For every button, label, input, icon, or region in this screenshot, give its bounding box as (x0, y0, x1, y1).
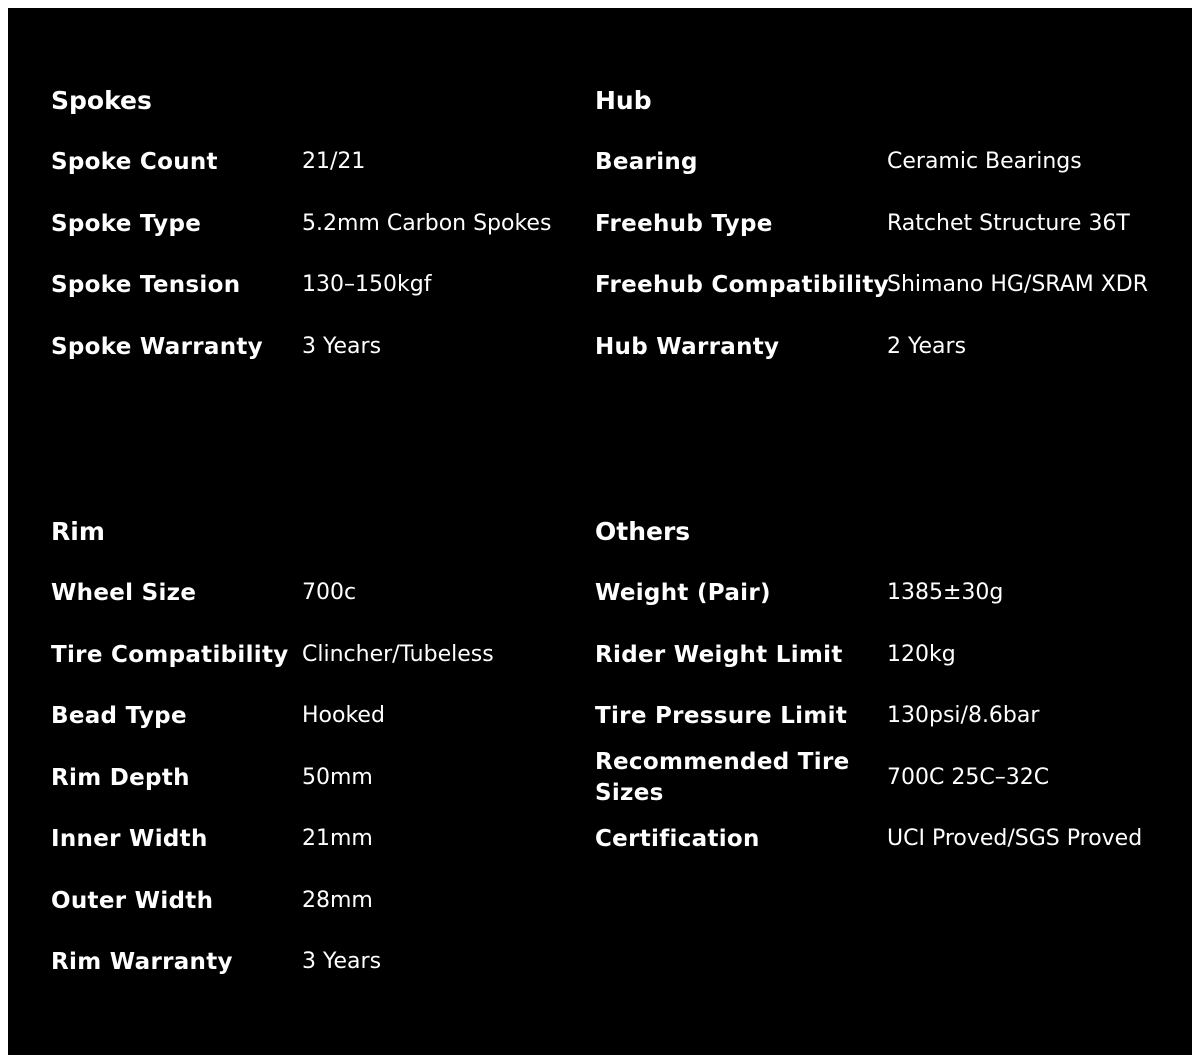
spec-label: Wheel Size (51, 579, 197, 606)
spec-value: 21/21 (302, 149, 366, 174)
section-title: Rim (51, 517, 105, 546)
spec-label: Certification (595, 825, 760, 852)
spec-label: Outer Width (51, 887, 214, 914)
spec-label: Spoke Warranty (51, 333, 263, 360)
spec-label: Bearing (595, 148, 698, 175)
spec-label: Recommended Tire Sizes (595, 749, 850, 806)
spec-row-outer-width: Outer Width 28mm (51, 881, 611, 921)
spec-value: 130psi/8.6bar (887, 703, 1040, 728)
spec-row-recommended-tire-sizes: Recommended Tire Sizes 700C 25C–32C (595, 749, 1155, 806)
spec-row-certification: Certification UCI Proved/SGS Proved (595, 819, 1155, 859)
spec-row-weight-pair: Weight (Pair) 1385±30g (595, 573, 1155, 613)
spec-label: Weight (Pair) (595, 579, 771, 606)
spec-value: Clincher/Tubeless (302, 642, 494, 667)
spec-value: 700c (302, 580, 357, 605)
spec-value: 3 Years (302, 949, 382, 974)
spec-label: Spoke Count (51, 148, 218, 175)
spec-label: Bead Type (51, 702, 187, 729)
spec-label: Inner Width (51, 825, 208, 852)
spec-label: Hub Warranty (595, 333, 780, 360)
spec-value: Ceramic Bearings (887, 149, 1082, 174)
spec-value: 3 Years (302, 334, 382, 359)
spec-row-bead-type: Bead Type Hooked (51, 696, 611, 736)
spec-value: Shimano HG/SRAM XDR (887, 272, 1149, 297)
spec-label: Spoke Type (51, 210, 202, 237)
spec-row-tire-compatibility: Tire Compatibility Clincher/Tubeless (51, 635, 611, 675)
spec-row-rider-weight-limit: Rider Weight Limit 120kg (595, 635, 1155, 675)
spec-row-spoke-warranty: Spoke Warranty 3 Years (51, 327, 611, 367)
spec-label: Tire Pressure Limit (595, 702, 848, 729)
spec-label: Freehub Type (595, 210, 773, 237)
spec-row-hub-warranty: Hub Warranty 2 Years (595, 327, 1155, 367)
spec-row-wheel-size: Wheel Size 700c (51, 573, 611, 613)
spec-value: Hooked (302, 703, 385, 728)
spec-value: UCI Proved/SGS Proved (887, 826, 1143, 851)
spec-value: 5.2mm Carbon Spokes (302, 211, 552, 236)
spec-value: 28mm (302, 888, 373, 913)
spec-row-spoke-count: Spoke Count 21/21 (51, 142, 611, 182)
spec-value: 130–150kgf (302, 272, 432, 297)
spec-row-spoke-tension: Spoke Tension 130–150kgf (51, 265, 611, 305)
spec-row-rim-depth: Rim Depth 50mm (51, 758, 611, 798)
spec-value: 700C 25C–32C (887, 765, 1050, 790)
spec-label: Freehub Compatibility (595, 271, 889, 298)
spec-label: Spoke Tension (51, 271, 241, 298)
spec-row-freehub-compatibility: Freehub Compatibility Shimano HG/SRAM XD… (595, 265, 1155, 305)
spec-value: 120kg (887, 642, 956, 667)
spec-row-rim-warranty: Rim Warranty 3 Years (51, 942, 611, 982)
spec-label: Tire Compatibility (51, 641, 289, 668)
spec-row-spoke-type: Spoke Type 5.2mm Carbon Spokes (51, 204, 611, 244)
section-title: Others (595, 517, 691, 546)
spec-row-tire-pressure-limit: Tire Pressure Limit 130psi/8.6bar (595, 696, 1155, 736)
spec-value: Ratchet Structure 36T (887, 211, 1130, 236)
spec-value: 50mm (302, 765, 373, 790)
spec-panel: Spokes Spoke Count 21/21 Spoke Type 5.2m… (8, 8, 1192, 1055)
section-title: Spokes (51, 86, 152, 115)
spec-label: Rim Warranty (51, 948, 233, 975)
section-title: Hub (595, 86, 652, 115)
spec-label: Rider Weight Limit (595, 641, 843, 668)
spec-row-freehub-type: Freehub Type Ratchet Structure 36T (595, 204, 1155, 244)
spec-row-inner-width: Inner Width 21mm (51, 819, 611, 859)
spec-value: 2 Years (887, 334, 967, 359)
spec-value: 21mm (302, 826, 373, 851)
spec-row-bearing: Bearing Ceramic Bearings (595, 142, 1155, 182)
spec-value: 1385±30g (887, 580, 1004, 605)
spec-label: Rim Depth (51, 764, 190, 791)
